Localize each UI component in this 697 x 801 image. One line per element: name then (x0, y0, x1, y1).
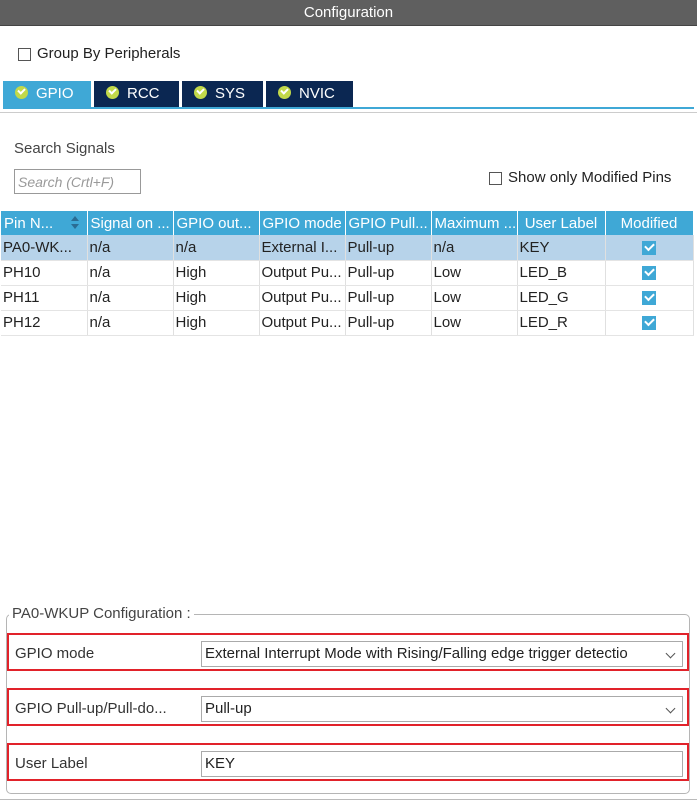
cell-modified[interactable] (605, 310, 694, 336)
tab-underline (3, 107, 694, 109)
cell-pull: Pull-up (345, 235, 432, 261)
check-circle-icon (194, 86, 207, 99)
tab-sys[interactable]: SYS (182, 81, 263, 107)
header-label: Pin N... (4, 214, 54, 232)
cell-mode: Output Pu... (259, 260, 346, 286)
cell-modified[interactable] (605, 260, 694, 286)
table-row[interactable]: PH11 n/a High Output Pu... Pull-up Low L… (1, 285, 694, 311)
checkbox-box[interactable] (18, 47, 31, 61)
column-header-gpio-mode[interactable]: GPIO mode (259, 211, 346, 235)
cell-pin: PA0-WK... (1, 235, 88, 261)
window-title: Configuration (0, 0, 697, 26)
checked-icon[interactable] (642, 266, 656, 281)
bottom-border (0, 799, 697, 800)
column-header-signal[interactable]: Signal on ... (87, 211, 174, 235)
cell-label: LED_B (517, 260, 606, 286)
tab-rcc[interactable]: RCC (94, 81, 179, 107)
column-header-modified[interactable]: Modified (605, 211, 694, 235)
tab-nvic[interactable]: NVIC (266, 81, 353, 107)
cell-max: Low (431, 285, 518, 311)
cell-pin: PH12 (1, 310, 88, 336)
cell-mode: External I... (259, 235, 346, 261)
cell-signal: n/a (87, 235, 174, 261)
user-label-label: User Label (15, 755, 88, 772)
search-signals-label: Search Signals (14, 140, 115, 157)
table-header-row: Pin N... Signal on ... GPIO out... GPIO … (1, 211, 694, 235)
cell-signal: n/a (87, 285, 174, 311)
table-row[interactable]: PA0-WK... n/a n/a External I... Pull-up … (1, 235, 694, 261)
check-circle-icon (278, 86, 291, 99)
group-by-label: Group By Peripherals (37, 45, 181, 63)
check-circle-icon (15, 86, 28, 99)
gpio-mode-row: GPIO mode External Interrupt Mode with R… (7, 633, 689, 671)
gpio-pin-table: Pin N... Signal on ... GPIO out... GPIO … (1, 211, 694, 336)
tab-label: GPIO (36, 85, 74, 102)
user-label-value: KEY (205, 755, 236, 772)
cell-pin: PH11 (1, 285, 88, 311)
cell-max: Low (431, 310, 518, 336)
gpio-mode-value: External Interrupt Mode with Rising/Fall… (205, 645, 628, 662)
search-input[interactable] (14, 169, 141, 194)
gpio-pull-label: GPIO Pull-up/Pull-do... (15, 700, 167, 717)
configuration-group-title: PA0-WKUP Configuration : (9, 605, 194, 622)
gpio-pull-row: GPIO Pull-up/Pull-do... Pull-up (7, 688, 689, 726)
cell-label: LED_G (517, 285, 606, 311)
show-only-modified-checkbox[interactable]: Show only Modified Pins (489, 169, 671, 187)
table-row[interactable]: PH10 n/a High Output Pu... Pull-up Low L… (1, 260, 694, 286)
checked-icon[interactable] (642, 316, 656, 331)
cell-pull: Pull-up (345, 285, 432, 311)
cell-signal: n/a (87, 260, 174, 286)
gpio-pull-value: Pull-up (205, 700, 252, 717)
cell-output: High (173, 310, 260, 336)
group-by-peripherals-checkbox[interactable]: Group By Peripherals (18, 45, 180, 63)
checkbox-box[interactable] (489, 171, 502, 185)
cell-output: High (173, 285, 260, 311)
cell-label: LED_R (517, 310, 606, 336)
tab-label: RCC (127, 85, 160, 102)
column-header-user-label[interactable]: User Label (517, 211, 606, 235)
sort-icon[interactable] (70, 216, 79, 230)
cell-modified[interactable] (605, 235, 694, 261)
cell-mode: Output Pu... (259, 285, 346, 311)
cell-mode: Output Pu... (259, 310, 346, 336)
cell-pull: Pull-up (345, 260, 432, 286)
tab-label: NVIC (299, 85, 335, 102)
user-label-row: User Label KEY (7, 743, 689, 781)
table-row[interactable]: PH12 n/a High Output Pu... Pull-up Low L… (1, 310, 694, 336)
gpio-mode-label: GPIO mode (15, 645, 95, 662)
column-header-gpio-pull[interactable]: GPIO Pull... (345, 211, 432, 235)
tab-label: SYS (215, 85, 246, 102)
tab-gpio[interactable]: GPIO (3, 81, 91, 107)
checked-icon[interactable] (642, 291, 656, 306)
cell-signal: n/a (87, 310, 174, 336)
user-label-input[interactable]: KEY (201, 751, 683, 777)
cell-output: High (173, 260, 260, 286)
chevron-down-icon[interactable] (665, 703, 676, 714)
cell-max: n/a (431, 235, 518, 261)
cell-modified[interactable] (605, 285, 694, 311)
divider (0, 112, 697, 113)
cell-output: n/a (173, 235, 260, 261)
cell-max: Low (431, 260, 518, 286)
chevron-down-icon[interactable] (665, 648, 676, 659)
column-header-maximum[interactable]: Maximum ... (431, 211, 518, 235)
gpio-pull-select[interactable]: Pull-up (201, 696, 683, 722)
cell-pin: PH10 (1, 260, 88, 286)
gpio-mode-select[interactable]: External Interrupt Mode with Rising/Fall… (201, 641, 683, 667)
cell-label: KEY (517, 235, 606, 261)
check-circle-icon (106, 86, 119, 99)
checked-icon[interactable] (642, 240, 656, 255)
column-header-pin[interactable]: Pin N... (1, 211, 88, 235)
column-header-gpio-output[interactable]: GPIO out... (173, 211, 260, 235)
cell-pull: Pull-up (345, 310, 432, 336)
show-modified-label: Show only Modified Pins (508, 169, 672, 187)
